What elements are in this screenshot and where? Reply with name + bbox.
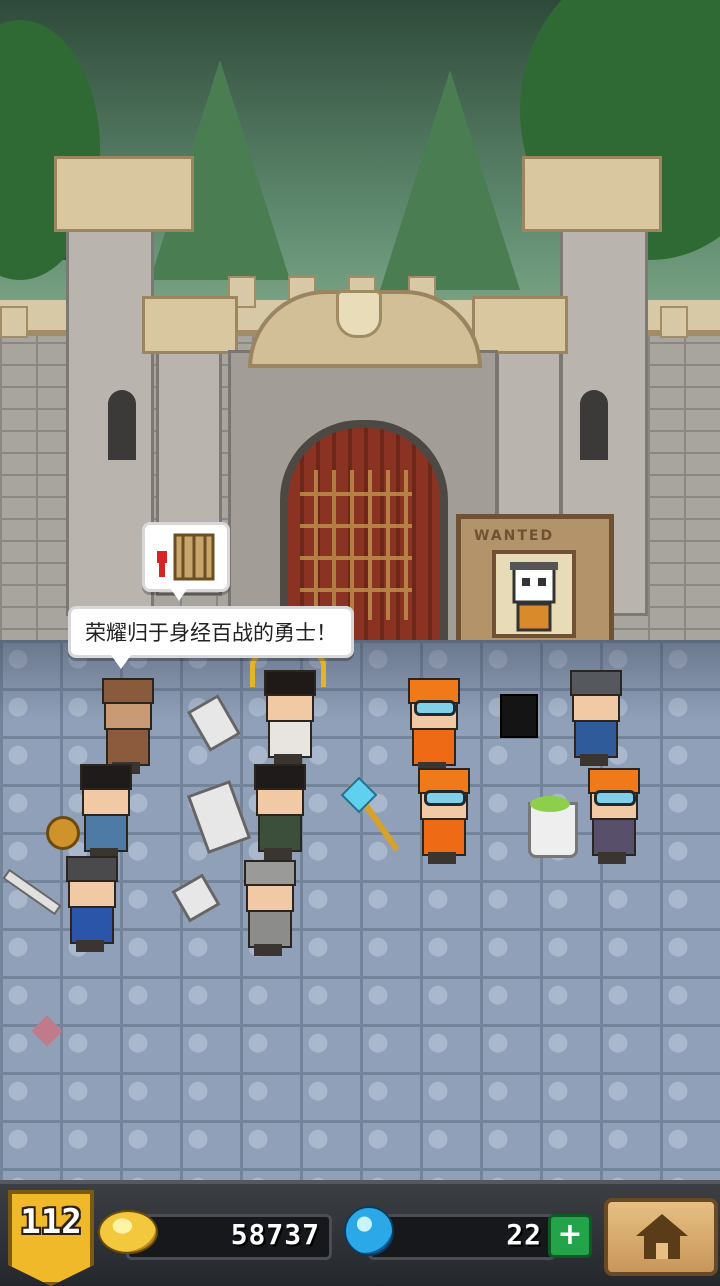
add-gems-button[interactable]: + bbox=[548, 1214, 592, 1258]
hero-body bbox=[248, 910, 292, 948]
hero-hair bbox=[80, 764, 132, 790]
level-badge[interactable]: 112 bbox=[8, 1190, 94, 1286]
hero-helmet bbox=[570, 670, 622, 696]
left-tower-cap bbox=[54, 156, 194, 232]
hero-hat bbox=[66, 856, 118, 882]
tower-window bbox=[108, 390, 136, 460]
gem-count: 22 bbox=[506, 1218, 542, 1251]
hero-body bbox=[268, 720, 312, 758]
hero-knight-green[interactable] bbox=[246, 764, 310, 862]
speech-bubble: 荣耀归于身经百战的勇士！ bbox=[68, 606, 354, 669]
hero-legs bbox=[254, 944, 282, 956]
hero-body bbox=[84, 814, 128, 852]
hero-legs bbox=[428, 852, 456, 864]
level-value: 112 bbox=[20, 1202, 82, 1242]
hero-hat bbox=[244, 860, 296, 886]
gate-icon bbox=[157, 533, 215, 581]
hero-body bbox=[106, 728, 150, 766]
hero-brown-hood[interactable] bbox=[94, 678, 158, 776]
hero-body bbox=[412, 728, 456, 766]
hero-orange-hair-2[interactable] bbox=[410, 768, 474, 866]
shield-emblem bbox=[336, 290, 382, 338]
hero-body bbox=[574, 720, 618, 758]
hero-samurai[interactable] bbox=[256, 670, 320, 768]
right-tower-cap bbox=[522, 156, 662, 232]
hero-gray-hat[interactable] bbox=[236, 860, 300, 958]
hero-plumber[interactable] bbox=[58, 856, 122, 954]
hero-legs bbox=[76, 940, 104, 952]
portcullis bbox=[300, 470, 412, 620]
thought-bubble bbox=[142, 522, 230, 601]
coin-icon bbox=[98, 1210, 158, 1254]
bottom-hud: 112 58737 22 + bbox=[0, 1180, 720, 1286]
slime-icon bbox=[530, 796, 570, 812]
hero-orange-hair[interactable] bbox=[400, 678, 464, 776]
hero-dark-hair[interactable] bbox=[72, 764, 136, 862]
goggles-icon bbox=[594, 790, 636, 806]
inner-right-tower-cap bbox=[472, 296, 568, 354]
battlement-merlon bbox=[660, 306, 688, 338]
skeleton-portrait-icon bbox=[510, 562, 558, 632]
hero-body bbox=[258, 814, 302, 852]
battlement-merlon bbox=[0, 306, 28, 338]
inner-left-tower-cap bbox=[142, 296, 238, 354]
goggles-icon bbox=[414, 700, 456, 716]
wanted-title: WANTED bbox=[474, 528, 555, 544]
hero-hood bbox=[102, 678, 154, 704]
goggles-icon bbox=[424, 790, 466, 806]
tower-window bbox=[580, 390, 608, 460]
pirate-flag-icon bbox=[500, 694, 538, 738]
hero-orange-hair-3[interactable] bbox=[580, 768, 644, 866]
home-button[interactable] bbox=[604, 1198, 718, 1276]
round-shield-icon bbox=[46, 816, 80, 850]
hero-body bbox=[70, 906, 114, 944]
hero-body bbox=[592, 818, 636, 856]
wanted-portrait bbox=[492, 550, 576, 638]
home-icon-door bbox=[656, 1243, 668, 1259]
hero-body bbox=[422, 818, 466, 856]
coin-count: 58737 bbox=[230, 1218, 320, 1251]
hero-hair bbox=[254, 764, 306, 790]
hero-legs bbox=[580, 754, 608, 766]
pine-tree bbox=[380, 70, 520, 290]
hero-legs bbox=[264, 848, 292, 860]
hero-helmet-blue[interactable] bbox=[562, 670, 626, 768]
game-scene: WANTED 荣耀归于身经百战的勇士！ bbox=[0, 0, 720, 1180]
home-icon bbox=[636, 1214, 688, 1236]
gem-icon bbox=[344, 1206, 394, 1256]
hero-legs bbox=[598, 852, 626, 864]
